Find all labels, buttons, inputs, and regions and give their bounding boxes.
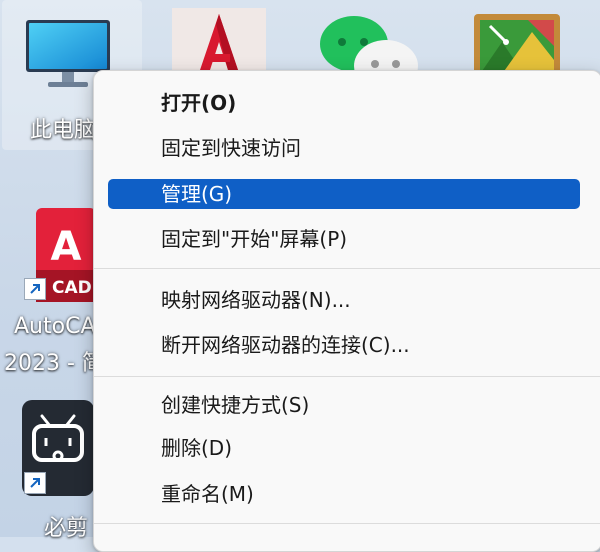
menu-item-label: 创建快捷方式(S) (161, 393, 310, 417)
menu-item-label: 管理(G) (161, 182, 233, 206)
menu-item-label: 打开(O) (161, 91, 237, 115)
menu-item-label: 重命名(M) (161, 482, 254, 506)
menu-item-open[interactable]: 打开(O) (108, 88, 580, 118)
wechat-bubbles-icon (320, 16, 418, 92)
picture-frame-icon (474, 14, 560, 74)
menu-item-label: 删除(D) (161, 436, 233, 460)
menu-item-pin-start[interactable]: 固定到"开始"屏幕(P) (108, 224, 580, 254)
menu-item-rename[interactable]: 重命名(M) (108, 479, 580, 509)
menu-item-label: 固定到快速访问 (161, 136, 301, 160)
menu-item-disconnect-network-drive[interactable]: 断开网络驱动器的连接(C)... (108, 330, 580, 360)
menu-separator (94, 376, 600, 377)
menu-item-create-shortcut[interactable]: 创建快捷方式(S) (108, 390, 580, 420)
menu-item-label: 固定到"开始"屏幕(P) (161, 227, 348, 251)
menu-item-delete[interactable]: 删除(D) (108, 433, 580, 463)
autocad-label-line1: AutoCA (14, 314, 96, 339)
context-menu: 打开(O) 固定到快速访问 管理(G) 固定到"开始"屏幕(P) 映射网络驱动器… (93, 70, 600, 552)
image-viewer-icon[interactable] (472, 12, 562, 74)
menu-item-manage[interactable]: 管理(G) (108, 179, 580, 209)
autocad-label-line2: 2023 - 简 (4, 351, 104, 376)
bcut-label: 必剪 (44, 516, 89, 541)
menu-separator (94, 268, 600, 269)
menu-separator (94, 523, 600, 524)
wechat-icon[interactable] (318, 14, 418, 92)
menu-item-label: 映射网络驱动器(N)... (161, 288, 351, 312)
autocad-logo-icon (172, 8, 266, 72)
menu-item-label: 断开网络驱动器的连接(C)... (161, 333, 410, 357)
menu-item-map-network-drive[interactable]: 映射网络驱动器(N)... (108, 285, 580, 315)
menu-item-pin-quick-access[interactable]: 固定到快速访问 (108, 133, 580, 163)
cad-badge: CAD (52, 278, 92, 298)
autocad-app-icon[interactable] (172, 8, 266, 72)
shortcut-arrow-icon (24, 278, 46, 300)
shortcut-arrow-icon (24, 472, 46, 494)
svg-text:A: A (51, 224, 82, 270)
this-pc-label: 此电脑 (30, 118, 97, 143)
